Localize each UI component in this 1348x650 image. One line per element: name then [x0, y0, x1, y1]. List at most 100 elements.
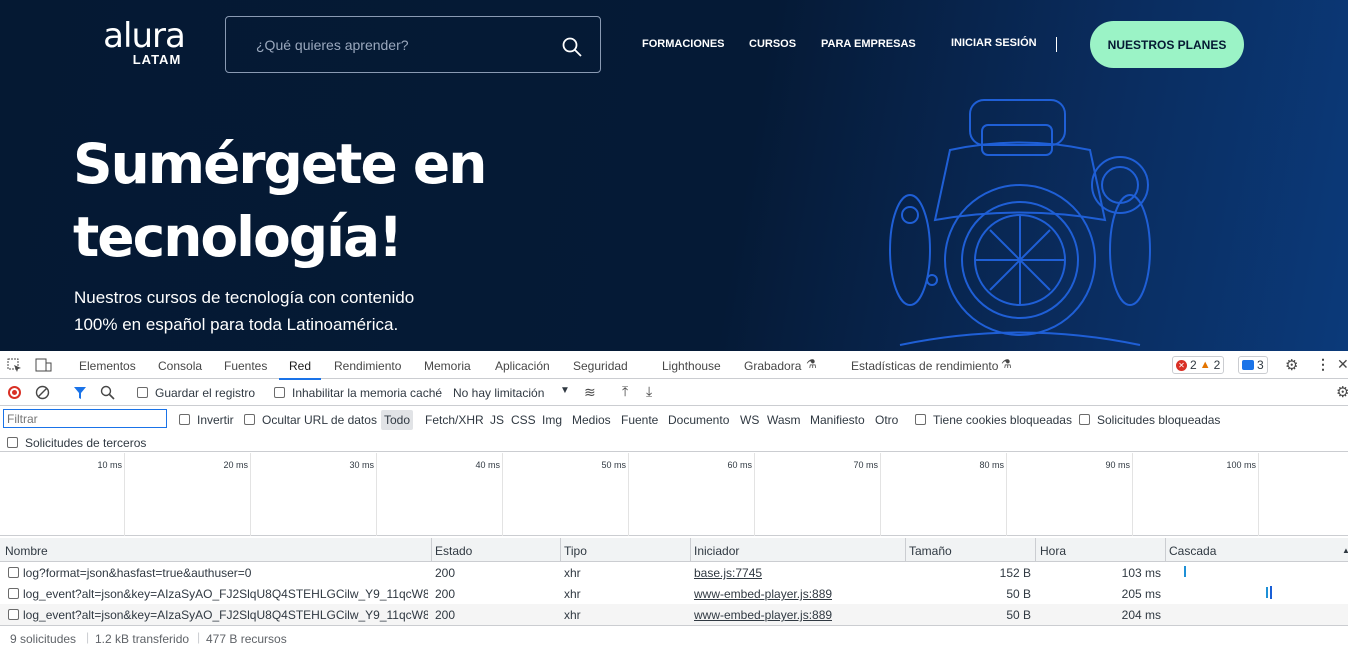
filter-icon[interactable] [73, 385, 87, 400]
hide-data-urls-checkbox[interactable] [244, 414, 255, 425]
warning-icon: ▲ [1199, 359, 1211, 371]
third-party-checkbox[interactable] [7, 437, 18, 448]
issues-badge[interactable]: ✕ 2 ▲ 2 [1172, 356, 1225, 374]
table-row[interactable]: log?format=json&hasfast=true&authuser=0 … [0, 562, 1348, 583]
more-options-icon[interactable]: ⋮ [1316, 356, 1330, 373]
tab-rendimiento[interactable]: Rendimiento [334, 359, 401, 373]
col-nombre[interactable]: Nombre [5, 544, 48, 558]
close-icon[interactable]: ✕ [1337, 356, 1348, 373]
devtools-panel: Elementos Consola Fuentes Red Rendimient… [0, 351, 1348, 650]
request-name: log?format=json&hasfast=true&authuser=0 [23, 566, 252, 580]
col-cascada[interactable]: Cascada [1169, 544, 1216, 558]
sort-arrow-icon: ▲ [1342, 546, 1348, 555]
diving-helmet-illustration [889, 99, 1151, 346]
nav-empresas[interactable]: PARA EMPRESAS [821, 38, 916, 50]
tab-elementos[interactable]: Elementos [79, 359, 136, 373]
flask-icon: ⚗ [806, 357, 817, 371]
col-iniciador[interactable]: Iniciador [694, 544, 739, 558]
tab-estadisticas[interactable]: Estadísticas de rendimiento [851, 359, 998, 373]
timeline-tick-label: 30 ms [349, 460, 374, 470]
type-filter-img[interactable]: Img [542, 413, 562, 427]
search-icon[interactable] [562, 37, 582, 57]
type-filter-documento[interactable]: Documento [668, 413, 729, 427]
clear-icon[interactable] [35, 385, 50, 400]
timeline-gridline [1132, 453, 1133, 536]
nav-login[interactable]: INICIAR SESIÓN [951, 37, 1037, 49]
tab-memoria[interactable]: Memoria [424, 359, 471, 373]
logo-text: alura [103, 16, 186, 56]
timeline-tick-label: 80 ms [979, 460, 1004, 470]
settings-icon[interactable]: ⚙ [1285, 356, 1298, 374]
type-filter-ws[interactable]: WS [740, 413, 759, 427]
tab-aplicacion[interactable]: Aplicación [495, 359, 550, 373]
tab-red[interactable]: Red [278, 359, 322, 380]
request-size: 152 B [999, 566, 1031, 580]
request-initiator[interactable]: base.js:7745 [694, 566, 762, 580]
blocked-requests-label: Solicitudes bloqueadas [1097, 413, 1221, 427]
type-filter-wasm[interactable]: Wasm [767, 413, 801, 427]
preserve-log-checkbox[interactable] [137, 387, 148, 398]
blocked-requests-checkbox[interactable] [1079, 414, 1090, 425]
col-tipo[interactable]: Tipo [564, 544, 587, 558]
nav-cursos[interactable]: CURSOS [749, 38, 796, 50]
third-party-label: Solicitudes de terceros [25, 436, 147, 450]
type-filter-todo[interactable]: Todo [381, 410, 414, 430]
inspect-element-icon[interactable] [7, 358, 22, 373]
request-name: log_event?alt=json&key=AIzaSyAO_FJ2SlqU8… [23, 587, 428, 601]
table-row[interactable]: log_event?alt=json&key=AIzaSyAO_FJ2SlqU8… [0, 604, 1348, 625]
throttling-select[interactable]: No hay limitación [453, 386, 544, 400]
request-initiator[interactable]: www-embed-player.js:889 [694, 587, 832, 601]
disable-cache-checkbox[interactable] [274, 387, 285, 398]
filter-input[interactable] [3, 409, 167, 428]
type-filter-medios[interactable]: Medios [572, 413, 611, 427]
type-filter-css[interactable]: CSS [511, 413, 536, 427]
table-row[interactable]: log_event?alt=json&key=AIzaSyAO_FJ2SlqU8… [0, 583, 1348, 604]
record-icon[interactable] [8, 386, 21, 399]
search-box[interactable]: ¿Qué quieres aprender? [225, 16, 601, 73]
type-filter-manifiesto[interactable]: Manifiesto [810, 413, 865, 427]
type-filter-fuente[interactable]: Fuente [621, 413, 658, 427]
hero-sub-line-2: 100% en español para toda Latinoamérica. [74, 315, 399, 334]
timeline-tick-label: 90 ms [1105, 460, 1130, 470]
type-filter-js[interactable]: JS [490, 413, 504, 427]
tab-consola[interactable]: Consola [158, 359, 202, 373]
export-har-icon[interactable]: ⤓ [646, 383, 652, 400]
network-overview-timeline[interactable]: 10 ms 20 ms 30 ms 40 ms 50 ms 60 ms 70 m… [0, 453, 1348, 536]
messages-badge[interactable]: 3 [1238, 356, 1268, 374]
col-estado[interactable]: Estado [435, 544, 472, 558]
alura-logo[interactable]: alura LATAM [102, 18, 186, 67]
device-toolbar-icon[interactable] [35, 358, 52, 373]
request-type: xhr [564, 608, 581, 622]
tab-grabadora[interactable]: Grabadora [744, 359, 801, 373]
request-time: 205 ms [1121, 587, 1161, 601]
invert-checkbox[interactable] [179, 414, 190, 425]
network-summary-bar: 9 solicitudes | 1.2 kB transferido | 477… [0, 625, 1348, 650]
timeline-gridline [1258, 453, 1259, 536]
col-hora[interactable]: Hora [1040, 544, 1066, 558]
request-initiator[interactable]: www-embed-player.js:889 [694, 608, 832, 622]
import-har-icon[interactable]: ⤒ [622, 383, 628, 400]
request-status: 200 [435, 566, 456, 580]
tab-lighthouse[interactable]: Lighthouse [662, 359, 721, 373]
type-filter-otro[interactable]: Otro [875, 413, 898, 427]
hero-subtitle: Nuestros cursos de tecnología con conten… [74, 284, 414, 338]
search-network-icon[interactable] [100, 385, 115, 400]
chevron-down-icon[interactable]: ▼ [560, 385, 570, 396]
nav-formaciones[interactable]: FORMACIONES [642, 38, 725, 50]
timeline-gridline [502, 453, 503, 536]
tab-seguridad[interactable]: Seguridad [573, 359, 628, 373]
network-conditions-icon[interactable]: ≋ [584, 384, 596, 401]
invert-label: Invertir [197, 413, 234, 427]
tab-fuentes[interactable]: Fuentes [224, 359, 267, 373]
blocked-cookies-checkbox[interactable] [915, 414, 926, 425]
blocked-cookies-label: Tiene cookies bloqueadas [933, 413, 1072, 427]
error-count: 2 [1190, 358, 1197, 372]
timeline-tick-label: 60 ms [727, 460, 752, 470]
type-filter-fetch[interactable]: Fetch/XHR [425, 413, 484, 427]
col-tamano[interactable]: Tamaño [909, 544, 952, 558]
website-viewport: alura LATAM ¿Qué quieres aprender? FORMA… [0, 0, 1348, 351]
preserve-log-label: Guardar el registro [155, 386, 256, 400]
nav-separator [1056, 37, 1057, 52]
plans-button[interactable]: NUESTROS PLANES [1090, 21, 1244, 68]
network-settings-icon[interactable]: ⚙ [1336, 383, 1348, 401]
